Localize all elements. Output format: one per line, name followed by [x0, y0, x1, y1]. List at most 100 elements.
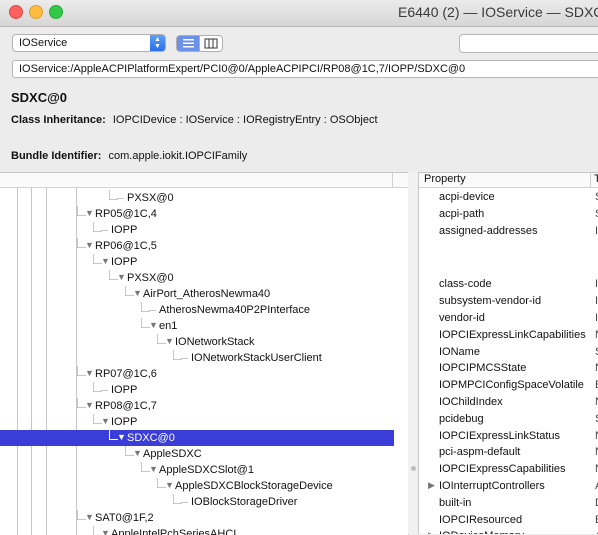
class-inheritance-value: IOPCIDevice : IOService : IORegistryEntr… — [112, 114, 378, 126]
property-row[interactable]: acpi-pathS — [419, 206, 598, 222]
disclosure-open-icon[interactable]: ▼ — [85, 368, 94, 378]
search-input[interactable] — [459, 34, 598, 53]
tree-row[interactable]: IOPP — [0, 222, 394, 238]
tree-row[interactable]: ▼ RP05@1C,4 — [0, 206, 394, 222]
property-row[interactable]: IOPCIExpressLinkCapabilitiesN — [419, 327, 598, 343]
property-row[interactable]: IOChildIndexN — [419, 394, 598, 410]
tree-row[interactable]: ▼ en1 — [0, 318, 394, 334]
path-text: IOService:/AppleACPIPlatformExpert/PCI0@… — [19, 63, 466, 75]
tree-row[interactable]: ▼ AppleSDXCBlockStorageDevice — [0, 478, 394, 494]
leaf-connector-icon — [117, 198, 124, 199]
disclosure-open-icon[interactable]: ▼ — [85, 512, 94, 522]
tree-row[interactable]: IOBlockStorageDriver — [0, 494, 394, 510]
split-divider[interactable] — [408, 172, 419, 534]
disclosure-open-icon[interactable]: ▼ — [165, 480, 174, 490]
disclosure-open-icon[interactable]: ▼ — [165, 336, 174, 346]
tree-row[interactable]: AtherosNewma40P2PInterface — [0, 302, 394, 318]
leaf-connector-icon — [101, 390, 108, 391]
property-row[interactable]: built-inD — [419, 495, 598, 511]
zoom-window-button[interactable] — [49, 5, 63, 19]
tree-row[interactable]: ▼ AppleSDXCSlot@1 — [0, 462, 394, 478]
disclosure-open-icon[interactable]: ▼ — [85, 240, 94, 250]
tree-row[interactable]: ▼ SAT0@1F,2 — [0, 510, 394, 526]
tree-row[interactable]: ▼ RP06@1C,5 — [0, 238, 394, 254]
tree-row[interactable]: PXSX@0 — [0, 190, 394, 206]
property-key: vendor-id — [439, 312, 485, 324]
tree-row-label: IOPP — [111, 416, 138, 428]
property-key: IOPMPCIConfigSpaceVolatile — [439, 379, 584, 392]
leaf-connector-icon — [149, 310, 156, 311]
tree-row-label: AtherosNewma40P2PInterface — [159, 304, 311, 316]
tree-row[interactable]: IOPP — [0, 382, 394, 398]
properties-table[interactable]: Property T acpi-deviceSacpi-pathSassigne… — [419, 172, 598, 534]
disclosure-open-icon[interactable]: ▼ — [117, 272, 126, 282]
tree-row-label: AppleSDXCSlot@1 — [159, 464, 254, 476]
tree-row[interactable]: ▼ RP08@1C,7 — [0, 398, 394, 414]
tree-row-label: AppleSDXC — [143, 448, 202, 460]
title-bar: E6440 (2) — IOService — SDXC@0 — [0, 0, 598, 27]
bundle-identifier-row: Bundle Identifier: com.apple.iokit.IOPCI… — [11, 150, 247, 162]
tree-row-label: SAT0@1F,2 — [95, 512, 154, 524]
property-row[interactable]: IOPCIExpressLinkStatusN — [419, 428, 598, 444]
disclosure-open-icon[interactable]: ▼ — [117, 432, 126, 442]
tree-row[interactable]: ▼ SDXC@0 — [0, 430, 394, 446]
disclosure-closed-icon[interactable]: ▶ — [428, 530, 435, 534]
tree-row[interactable]: IONetworkStackUserClient — [0, 350, 394, 366]
property-row[interactable]: ▶IOInterruptControllersA — [419, 478, 598, 494]
property-column-header[interactable]: Property — [424, 173, 466, 185]
tree-row[interactable]: ▼ RP07@1C,6 — [0, 366, 394, 382]
tree-row[interactable]: ▼ AppleSDXC — [0, 446, 394, 462]
tree-row[interactable]: ▼ IOPP — [0, 414, 394, 430]
tree-row[interactable]: ▼ IONetworkStack — [0, 334, 394, 350]
property-key: IOPCIPMCSState — [439, 362, 527, 375]
tree-row[interactable]: ▼ IOPP — [0, 254, 394, 270]
tree-row[interactable]: ▼ PXSX@0 — [0, 270, 394, 286]
disclosure-closed-icon[interactable]: ▶ — [428, 480, 435, 491]
property-row[interactable]: IOPMPCIConfigSpaceVolatileB — [419, 377, 598, 393]
disclosure-open-icon[interactable]: ▼ — [85, 400, 94, 410]
property-key: subsystem-vendor-id — [439, 295, 542, 308]
property-row[interactable]: assigned-addresses I — [419, 223, 598, 276]
property-row[interactable]: IONameS — [419, 344, 598, 360]
tree-row-label: AirPort_AtherosNewma40 — [143, 288, 271, 300]
disclosure-open-icon[interactable]: ▼ — [133, 448, 142, 458]
column-view-button[interactable] — [199, 35, 223, 52]
tree-row[interactable]: ▼ AirPort_AtherosNewma40 — [0, 286, 394, 302]
tree-row-label: RP07@1C,6 — [95, 368, 157, 380]
property-key: pci-aspm-default — [439, 446, 521, 459]
property-row[interactable]: IOPCIExpressCapabilitiesN — [419, 461, 598, 477]
disclosure-open-icon[interactable]: ▼ — [101, 256, 110, 266]
property-row[interactable]: IOPCIPMCSStateN — [419, 360, 598, 376]
plane-select[interactable]: IOService ▲ ▼ — [12, 34, 166, 52]
property-row[interactable]: acpi-deviceS — [419, 189, 598, 205]
property-row[interactable]: pcidebugS — [419, 411, 598, 427]
properties-header: Property T — [419, 172, 598, 188]
class-inheritance-row: Class Inheritance: IOPCIDevice : IOServi… — [11, 114, 378, 126]
property-row[interactable]: subsystem-vendor-id I — [419, 293, 598, 309]
list-view-button[interactable] — [176, 35, 200, 52]
property-row[interactable]: IOPCIResourcedB — [419, 512, 598, 528]
registry-tree[interactable]: PXSX@0 ▼ RP05@1C,4 IOPP ▼ RP06@1C,5 ▼ IOPP ▼ PXSX… — [0, 172, 409, 535]
split-handle-icon[interactable] — [411, 466, 416, 471]
property-row[interactable]: vendor-id I — [419, 310, 598, 326]
minimize-window-button[interactable] — [29, 5, 43, 19]
property-row[interactable]: pci-aspm-defaultN — [419, 444, 598, 460]
property-key: assigned-addresses — [439, 224, 538, 237]
property-key: acpi-path — [439, 207, 485, 220]
disclosure-open-icon[interactable]: ▼ — [149, 464, 158, 474]
path-field[interactable]: IOService:/AppleACPIPlatformExpert/PCI0@… — [12, 60, 598, 78]
disclosure-open-icon[interactable]: ▼ — [85, 208, 94, 218]
property-key: IOPCIExpressLinkCapabilities — [439, 328, 586, 341]
property-key: IOPCIResourced — [439, 513, 523, 526]
disclosure-open-icon[interactable]: ▼ — [149, 320, 158, 330]
disclosure-open-icon[interactable]: ▼ — [101, 416, 110, 426]
property-row[interactable]: class-code I — [419, 276, 598, 292]
bundle-identifier-label: Bundle Identifier: — [11, 150, 102, 162]
property-row[interactable]: ▶IODeviceMemoryA — [419, 528, 598, 534]
tree-row-label: IOPP — [111, 224, 138, 236]
close-window-button[interactable] — [9, 5, 23, 19]
type-column-header[interactable]: T — [594, 173, 598, 185]
list-view-icon — [183, 39, 194, 48]
properties-header-separator — [590, 173, 591, 187]
disclosure-open-icon[interactable]: ▼ — [133, 288, 142, 298]
